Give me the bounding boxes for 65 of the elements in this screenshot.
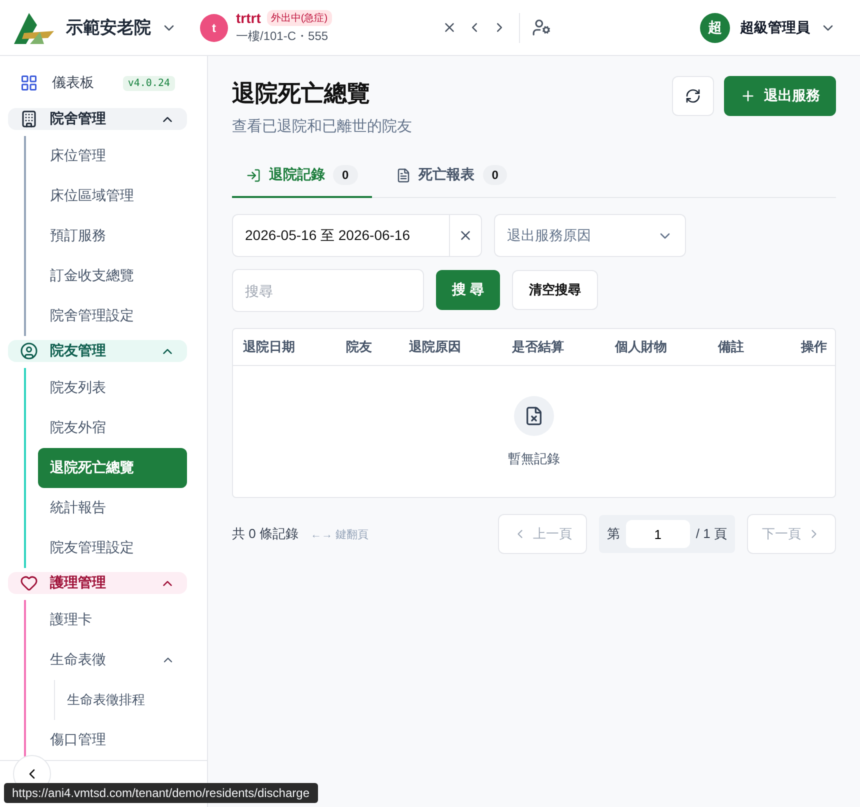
status-badge: 外出中(急症) [266,10,332,26]
column-header: 個人財物 [615,338,668,356]
sidebar-item[interactable]: 儀表板 [52,74,94,92]
plus-icon [740,88,756,104]
resident-location: 一樓/101-C・555 [236,28,330,45]
sidebar-group[interactable]: 院舍管理 [8,108,187,130]
empty-message: 暫無記錄 [508,450,560,468]
version-badge: v4.0.24 [122,76,175,90]
search-button[interactable]: 搜 尋 [436,270,500,310]
column-header: 是否結算 [512,338,565,356]
tab-count: 0 [482,165,508,185]
exit-icon [246,168,261,182]
org-name: 示範安老院 [66,17,151,39]
resident-avatar: t [200,14,228,42]
tab-count: 0 [333,165,358,185]
reason-select[interactable]: 退出服務原因 [494,214,686,257]
empty-file-icon [514,396,554,436]
sidebar-group[interactable]: 護理管理 [8,572,187,594]
user-circle-icon [20,342,38,360]
sidebar-item[interactable]: 統計報告 [38,488,187,528]
clear-search-button[interactable]: 清空搜尋 [512,270,598,310]
sidebar-item[interactable]: 院舍管理設定 [38,296,187,336]
sidebar-item[interactable]: 訂金收支總覽 [38,256,187,296]
tab[interactable]: 死亡報表 0 [382,154,522,198]
close-icon [442,20,457,35]
sidebar-item[interactable]: 床位管理 [38,136,187,176]
building-icon [20,110,38,128]
link-url-tooltip: https://ani4.vmtsd.com/tenant/demo/residents/discharge [4,783,318,803]
sidebar-item[interactable]: 院友外宿 [38,408,187,448]
page-title: 退院死亡總覽 [232,79,371,108]
sidebar-item[interactable]: 預訂服務 [38,216,187,256]
document-icon [396,168,411,182]
page-input[interactable]: 1 [626,520,690,548]
tab[interactable]: 退院記錄 0 [232,154,372,198]
refresh-icon [685,88,701,104]
sidebar-item[interactable]: 退院死亡總覽 [38,448,187,488]
column-header: 院友 [346,338,373,356]
logo-icon [12,10,56,44]
resident-name: trtrt [236,10,261,26]
column-header: 退院日期 [243,338,296,356]
sidebar-item[interactable]: 院友列表 [38,368,187,408]
close-icon [458,228,473,243]
sidebar-item[interactable]: 院友管理設定 [38,528,187,568]
date-range-field[interactable]: 2026-05-16 至 2026-06-16 [232,214,482,257]
page-subtitle: 查看已退院和已離世的院友 [232,117,412,136]
column-header: 退院原因 [409,338,462,356]
sidebar-item[interactable]: 護理卡 [38,600,187,640]
record-count: 共 0 條記錄 [232,525,298,543]
page-suffix: / 1 頁 [696,525,727,543]
page-prefix: 第 [606,525,620,543]
search-field[interactable]: 搜尋 [232,269,424,312]
sidebar-item[interactable]: 生命表徵排程 [55,680,187,720]
heart-icon [20,574,38,592]
sidebar-group[interactable]: 院友管理 [8,340,187,362]
keyboard-hint: ←→ 鍵翻頁 [310,528,369,542]
user-menu-button[interactable]: 超 超級管理員 [700,12,836,42]
dashboard-icon [20,74,38,92]
column-header: 操作 [801,338,827,356]
column-header: 備註 [718,338,745,356]
sidebar-item[interactable]: 生命表徵 [38,640,187,680]
user-gear-icon [532,18,551,37]
sidebar-item[interactable]: 傷口管理 [38,720,187,760]
add-button[interactable]: 退出服務 [724,76,836,116]
sidebar-item[interactable]: 床位區域管理 [38,176,187,216]
refresh-button[interactable] [672,76,714,116]
